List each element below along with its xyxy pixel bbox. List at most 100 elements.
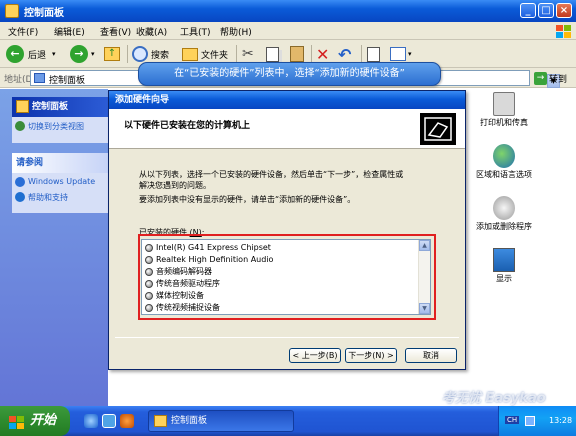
minimize-button[interactable]: _	[520, 3, 536, 18]
search-button[interactable]: 搜索	[132, 44, 169, 64]
list-scrollbar[interactable]: ▲ ▼	[418, 240, 430, 314]
properties-icon[interactable]	[367, 44, 380, 64]
go-label: 转到	[549, 74, 568, 85]
folders-label: 文件夹	[201, 50, 229, 61]
close-button[interactable]: ×	[556, 3, 572, 18]
dialog-title[interactable]: 添加硬件向导	[109, 91, 465, 109]
dialog-heading: 以下硬件已安装在您的计算机上	[124, 121, 251, 131]
switch-category-link[interactable]: 切换到分类视图	[12, 117, 108, 136]
windows-logo-icon	[8, 413, 26, 429]
switch-icon	[15, 121, 25, 131]
menu-bar: 文件(F) 编辑(E) 查看(V) 收藏(A) 工具(T) 帮助(H)	[0, 22, 576, 40]
see-also-header: 请参阅	[12, 153, 108, 173]
scroll-down-icon[interactable]: ▼	[419, 303, 430, 314]
title-bar[interactable]: 控制面板 _ □ ×	[0, 0, 576, 22]
menu-tools[interactable]: 工具(T)	[180, 25, 211, 38]
cancel-button[interactable]: 取消	[405, 348, 457, 363]
media-player-icon[interactable]	[120, 414, 134, 428]
hardware-wizard-icon	[420, 113, 456, 145]
instruction-callout: 在“已安装的硬件”列表中，选择“添加新的硬件设备”	[138, 62, 441, 86]
search-icon	[132, 46, 148, 62]
pane-header: 控制面板	[12, 97, 108, 117]
scroll-up-icon[interactable]: ▲	[419, 240, 430, 251]
list-item[interactable]: 传统音频驱动程序	[145, 278, 220, 289]
device-icon	[145, 279, 153, 288]
undo-icon[interactable]: ↶	[338, 44, 351, 64]
task-pane: 控制面板 切换到分类视图 请参阅 Windows Update 帮助和支持	[0, 89, 108, 406]
display-icon-item[interactable]: 显示	[474, 248, 534, 284]
go-arrow-icon: →	[534, 71, 547, 85]
network-icon[interactable]	[525, 416, 535, 426]
dropdown-arrow-icon: ▾	[52, 50, 56, 58]
windows-logo-icon	[554, 23, 572, 39]
system-tray: CH 13:28	[498, 406, 576, 436]
list-item[interactable]: 媒体控制设备	[145, 290, 204, 301]
delete-icon[interactable]: ✕	[316, 44, 329, 64]
instruction-line-3: 要添加列表中没有显示的硬件，请单击“添加新的硬件设备”。	[139, 195, 356, 204]
device-icon	[145, 255, 153, 264]
cut-icon[interactable]: ✂	[242, 44, 254, 64]
desktop-icon[interactable]	[102, 414, 116, 428]
help-support-link[interactable]: 帮助和支持	[12, 190, 108, 207]
control-panel-icon	[5, 4, 19, 18]
paste-icon[interactable]	[290, 44, 304, 64]
menu-favorites[interactable]: 收藏(A)	[136, 25, 167, 38]
next-step-button[interactable]: 下一步(N) >	[345, 348, 397, 363]
ie-icon[interactable]	[84, 414, 98, 428]
folders-button[interactable]: 文件夹	[182, 44, 228, 64]
see-also-box: 请参阅 Windows Update 帮助和支持	[12, 153, 108, 213]
list-item[interactable]: Realtek High Definition Audio	[145, 254, 273, 265]
address-value: 控制面板	[49, 76, 86, 86]
start-button[interactable]: 开始	[0, 406, 70, 436]
taskbar-control-panel[interactable]: 控制面板	[148, 410, 294, 432]
go-button[interactable]: → 转到	[534, 70, 572, 86]
globe-icon	[493, 144, 515, 168]
printers-icon-item[interactable]: 打印机和传真	[474, 92, 534, 128]
back-label: 后退	[28, 50, 47, 61]
windows-update-link[interactable]: Windows Update	[12, 173, 108, 190]
cd-icon	[493, 196, 515, 220]
help-icon	[15, 192, 25, 202]
printer-icon	[493, 92, 515, 116]
forward-button[interactable]: → ▾	[70, 44, 95, 64]
views-button[interactable]: ▾	[390, 44, 412, 64]
copy-icon[interactable]	[266, 44, 279, 64]
add-hardware-wizard: 添加硬件向导 以下硬件已安装在您的计算机上 从以下列表，选择一个已安装的硬件设备…	[108, 90, 466, 370]
region-icon-item[interactable]: 区域和语言选项	[474, 144, 534, 180]
menu-help[interactable]: 帮助(H)	[220, 25, 252, 38]
language-indicator[interactable]: CH	[505, 416, 520, 424]
back-step-button[interactable]: < 上一步(B)	[289, 348, 341, 363]
add-remove-icon-item[interactable]: 添加或删除程序	[474, 196, 534, 232]
dropdown-arrow-icon: ▾	[91, 50, 95, 58]
forward-arrow-icon: →	[70, 45, 88, 63]
control-panel-box: 控制面板 切换到分类视图	[12, 97, 108, 143]
up-folder-button[interactable]: ↑	[104, 44, 120, 64]
menu-edit[interactable]: 编辑(E)	[54, 25, 85, 38]
globe-icon	[15, 177, 25, 187]
window-title: 控制面板	[24, 8, 64, 19]
back-arrow-icon: ←	[6, 45, 24, 63]
views-icon	[390, 47, 406, 61]
menu-view[interactable]: 查看(V)	[100, 25, 131, 38]
menu-file[interactable]: 文件(F)	[8, 25, 38, 38]
device-icon	[145, 243, 153, 252]
control-panel-icon	[34, 73, 45, 83]
clock: 13:28	[549, 416, 573, 425]
control-panel-icon	[154, 415, 167, 427]
watermark: 考无忧 Easykao	[442, 391, 546, 406]
device-icon	[145, 267, 153, 276]
device-icon	[145, 291, 153, 300]
installed-hardware-list[interactable]: Intel(R) G41 Express Chipset Realtek Hig…	[141, 239, 431, 315]
control-panel-icon	[16, 100, 29, 113]
up-folder-icon: ↑	[104, 47, 120, 61]
start-label: 开始	[30, 413, 57, 428]
list-item[interactable]: 传统视频捕捉设备	[145, 302, 220, 313]
list-item[interactable]: Intel(R) G41 Express Chipset	[145, 242, 271, 253]
back-button[interactable]: ← 后退 ▾	[6, 44, 56, 64]
folder-icon	[182, 47, 198, 61]
instruction-line-2: 解决您遇到的问题。	[139, 181, 211, 190]
list-item[interactable]: 音频编码解码器	[145, 266, 212, 277]
maximize-button[interactable]: □	[538, 3, 554, 18]
dropdown-arrow-icon: ▾	[408, 50, 412, 58]
device-icon	[145, 303, 153, 312]
